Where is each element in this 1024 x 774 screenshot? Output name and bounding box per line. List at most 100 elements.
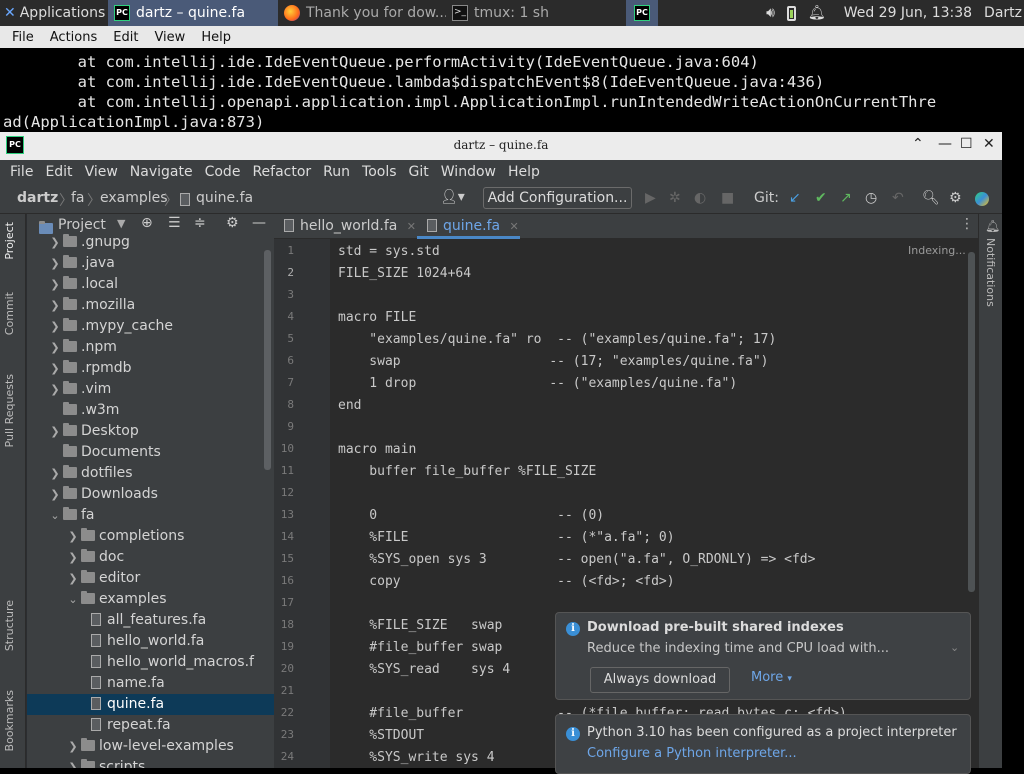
chevron-right-icon[interactable]: ❯ <box>65 757 81 768</box>
tab-hello-world[interactable]: hello_world.fa ✕ <box>274 214 417 239</box>
project-view-selector[interactable]: Project <box>58 217 106 233</box>
maximize-icon[interactable]: ☐ <box>960 136 973 152</box>
minimize-icon[interactable]: ⌃ <box>912 136 924 152</box>
stop-icon[interactable]: ■ <box>721 190 734 206</box>
tree-item[interactable]: ⌄ examples <box>27 589 274 610</box>
chevron-right-icon[interactable]: ❯ <box>65 547 81 568</box>
rollback-icon[interactable]: ↶ <box>892 190 904 206</box>
task-tmux[interactable]: >_ tmux: 1 sh <box>446 0 616 26</box>
chevron-right-icon[interactable]: ❯ <box>47 295 63 316</box>
add-configuration-button[interactable]: Add Configuration... <box>483 187 632 209</box>
jetbrains-logo-icon[interactable] <box>975 192 989 206</box>
menu-code[interactable]: Code <box>205 164 241 180</box>
chevron-right-icon[interactable]: ❯ <box>47 463 63 484</box>
expand-all-icon[interactable]: ☰ <box>168 215 181 231</box>
tree-item[interactable]: ❯ .vim <box>27 379 274 400</box>
history-icon[interactable]: ◷ <box>865 190 877 206</box>
chevron-down-icon[interactable]: ▼ <box>117 217 125 230</box>
breadcrumb-fa[interactable]: fa <box>71 190 85 206</box>
chevron-right-icon[interactable]: ❯ <box>47 274 63 295</box>
coverage-icon[interactable]: ◐ <box>694 190 706 206</box>
tree-item[interactable]: Documents <box>27 442 274 463</box>
terminal-menu-file[interactable]: File <box>12 30 34 45</box>
terminal-menu-actions[interactable]: Actions <box>50 30 98 45</box>
run-icon[interactable]: ▶ <box>645 190 656 206</box>
applications-menu[interactable]: ✕ Applications <box>0 0 108 26</box>
chevron-right-icon[interactable]: ❯ <box>65 568 81 589</box>
debug-icon[interactable]: ✲ <box>669 190 681 206</box>
tab-quine[interactable]: quine.fa ✕ <box>417 214 520 239</box>
task-firefox[interactable]: Thank you for dow... <box>278 0 446 26</box>
tree-item[interactable]: quine.fa <box>27 694 274 715</box>
chevron-right-icon[interactable]: ❯ <box>47 358 63 379</box>
git-commit-icon[interactable]: ✔ <box>815 190 827 206</box>
chevron-down-icon[interactable]: ⌄ <box>47 505 63 526</box>
chevron-right-icon[interactable]: ❯ <box>47 316 63 337</box>
menu-edit[interactable]: Edit <box>45 164 72 180</box>
terminal-output[interactable]: at com.intellij.ide.IdeEventQueue.perfor… <box>0 48 1024 132</box>
user-name[interactable]: Dartz <box>978 0 1024 26</box>
volume-icon[interactable]: 🔊︎ <box>760 0 781 26</box>
git-update-icon[interactable]: ↙ <box>789 190 801 206</box>
chevron-right-icon[interactable]: ❯ <box>47 232 63 253</box>
tree-item[interactable]: ❯ editor <box>27 568 274 589</box>
tray-pycharm[interactable]: PC <box>626 0 658 26</box>
menu-navigate[interactable]: Navigate <box>130 164 193 180</box>
terminal-menu-help[interactable]: Help <box>201 30 231 45</box>
tree-item[interactable]: hello_world_macros.f <box>27 652 274 673</box>
notification-bell-icon[interactable]: 🔔︎ <box>802 0 832 26</box>
tool-project[interactable]: Project <box>3 222 16 260</box>
breadcrumb-dartz[interactable]: dartz <box>17 190 58 206</box>
menu-window[interactable]: Window <box>441 164 496 180</box>
battery-icon[interactable] <box>781 0 802 26</box>
chevron-right-icon[interactable]: ❯ <box>47 253 63 274</box>
terminal-menu-edit[interactable]: Edit <box>113 30 138 45</box>
tree-item[interactable]: ❯ .java <box>27 253 274 274</box>
chevron-right-icon[interactable]: ❯ <box>47 337 63 358</box>
more-tabs-icon[interactable]: ⋮ <box>960 216 974 232</box>
tree-item[interactable]: hello_world.fa <box>27 631 274 652</box>
tree-item[interactable]: ❯ dotfiles <box>27 463 274 484</box>
tool-commit[interactable]: Commit <box>3 292 16 335</box>
gear-icon[interactable]: ⚙ <box>226 215 239 231</box>
tree-item[interactable]: ❯ .mypy_cache <box>27 316 274 337</box>
tree-item[interactable]: ❯ .rpmdb <box>27 358 274 379</box>
chevron-right-icon[interactable]: ❯ <box>65 526 81 547</box>
tree-item[interactable]: ❯ .gnupg <box>27 232 274 253</box>
menu-file[interactable]: File <box>10 164 33 180</box>
chevron-right-icon[interactable]: ❯ <box>65 736 81 757</box>
menu-refactor[interactable]: Refactor <box>252 164 311 180</box>
configure-interpreter-link[interactable]: Configure a Python interpreter... <box>587 746 797 761</box>
always-download-button[interactable]: Always download <box>590 667 730 693</box>
chevron-down-icon[interactable]: ⌄ <box>65 589 81 610</box>
chevron-right-icon[interactable]: ❯ <box>47 484 63 505</box>
chevron-down-icon[interactable]: ⌄ <box>950 641 959 654</box>
user-icon[interactable]: 👤︎▾ <box>440 189 465 205</box>
hide-icon[interactable]: — <box>252 215 266 231</box>
tool-pull-requests[interactable]: Pull Requests <box>3 374 16 447</box>
breadcrumb-quine[interactable]: quine.fa <box>196 190 253 206</box>
tree-item[interactable]: ⌄ fa <box>27 505 274 526</box>
search-icon[interactable]: 🔍︎ <box>922 190 940 206</box>
tree-item[interactable]: ❯ doc <box>27 547 274 568</box>
menu-tools[interactable]: Tools <box>362 164 397 180</box>
menu-view[interactable]: View <box>85 164 118 180</box>
notifications-bell-icon[interactable]: 🔔︎ <box>985 219 1000 233</box>
menu-git[interactable]: Git <box>409 164 429 180</box>
tree-item[interactable]: ❯ low-level-examples <box>27 736 274 757</box>
menu-help[interactable]: Help <box>508 164 540 180</box>
tree-item[interactable]: .w3m <box>27 400 274 421</box>
gear-icon[interactable]: ⚙ <box>949 190 962 206</box>
ide-titlebar[interactable]: PC dartz – quine.fa ⌃ — ☐ ✕ <box>0 132 1002 160</box>
tree-item[interactable]: ❯ scripts <box>27 757 274 768</box>
tree-item[interactable]: ❯ Desktop <box>27 421 274 442</box>
task-dartz[interactable]: PC dartz – quine.fa <box>108 0 278 26</box>
tree-item[interactable]: ❯ .mozilla <box>27 295 274 316</box>
tree-item[interactable]: ❯ .local <box>27 274 274 295</box>
editor-scrollbar[interactable] <box>968 252 975 592</box>
tree-item[interactable]: name.fa <box>27 673 274 694</box>
tool-bookmarks[interactable]: Bookmarks <box>3 690 16 751</box>
tool-notifications[interactable]: Notifications <box>984 238 997 307</box>
menu-run[interactable]: Run <box>323 164 350 180</box>
tree-item[interactable]: ❯ .npm <box>27 337 274 358</box>
